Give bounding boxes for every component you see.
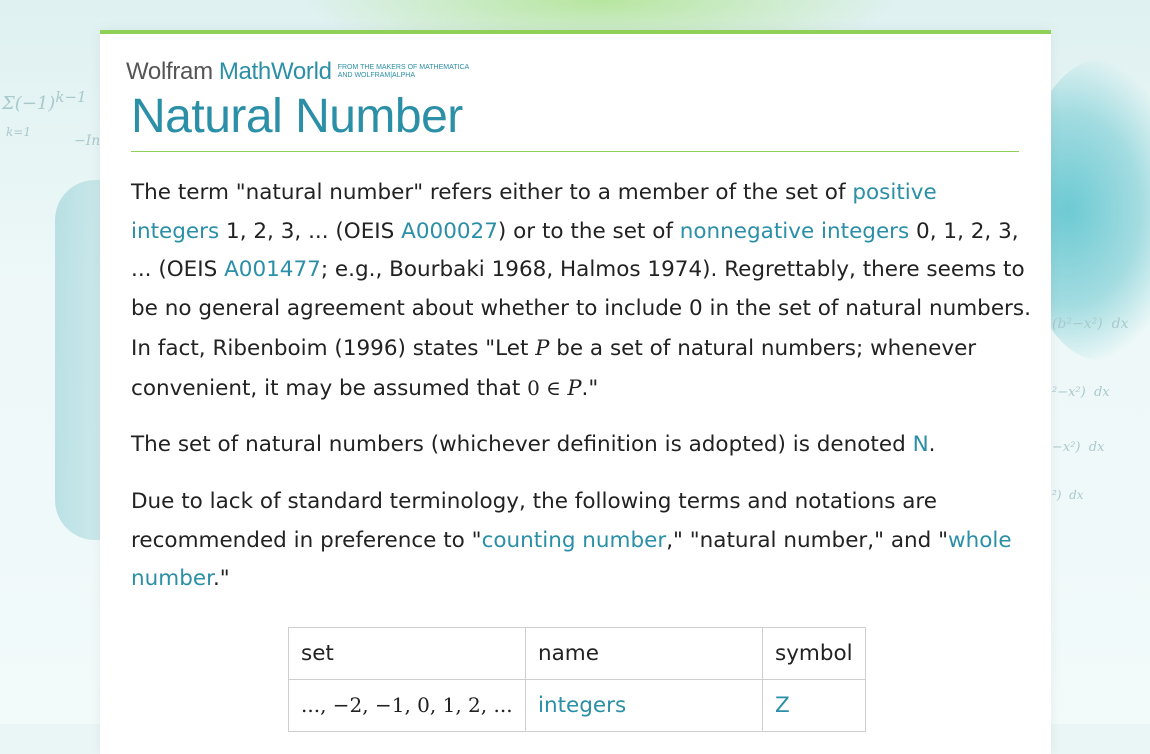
paragraph-notation: The set of natural numbers (whichever de… (131, 426, 1031, 465)
logo-mathworld[interactable]: MathWorld (219, 58, 332, 86)
column-header-set: set (288, 627, 526, 680)
set-notation: ..., −2, −1, 0, 1, 2, ... (301, 693, 513, 717)
link-n[interactable]: N (913, 432, 929, 457)
background-formula-log: −In (74, 133, 101, 149)
column-header-symbol: symbol (762, 627, 866, 680)
paragraph-terminology: Due to lack of standard terminology, the… (131, 483, 1031, 599)
link-integers[interactable]: integers (538, 693, 626, 718)
background-formula-integral-3: −x²) dx (1052, 440, 1105, 455)
math-element-of: ∈ (539, 375, 568, 400)
text: ." (212, 566, 230, 592)
link-symbol-z[interactable]: Z (775, 693, 790, 718)
math-zero: 0 (527, 375, 540, 400)
article-card: Wolfram MathWorld FROM THE MAKERS OF MAT… (100, 30, 1051, 754)
background-formula-index: k=1 (6, 125, 31, 139)
link-counting-number[interactable]: counting number (482, 528, 667, 553)
paragraph-definition: The term "natural number" refers either … (131, 174, 1031, 408)
text: 1, 2, 3, ... (OEIS (219, 218, 402, 244)
article-body: The term "natural number" refers either … (131, 174, 1031, 617)
background-formula-integral-2: ²−x²) dx (1052, 385, 1110, 400)
column-header-name: name (525, 627, 763, 680)
logo-tagline: FROM THE MAKERS OF MATHEMATICA AND WOLFR… (338, 64, 469, 80)
page-title: Natural Number (131, 90, 463, 143)
logo-tagline-line1: FROM THE MAKERS OF MATHEMATICA (337, 64, 470, 71)
link-oeis-a000027[interactable]: A000027 (401, 219, 498, 244)
logo-wolfram[interactable]: Wolfram (126, 58, 213, 86)
math-variable-p: P (535, 335, 550, 360)
terminology-table: set name symbol ..., −2, −1, 0, 1, 2, ..… (288, 627, 866, 732)
table-header-row: set name symbol (288, 627, 866, 680)
text: The set of natural numbers (whichever de… (131, 432, 913, 458)
text: ," "natural number," and " (666, 527, 948, 553)
background-formula-integral-1: (b²−x²) dx (1052, 316, 1129, 332)
math-variable-p: P (567, 375, 582, 400)
title-divider (131, 151, 1019, 152)
link-nonnegative-integers[interactable]: nonnegative integers (680, 219, 909, 244)
background-formula-integral-4: ²) dx (1052, 488, 1084, 502)
background-formula-sum: Σ(−1)k−1 (2, 88, 87, 114)
text: ) or to the set of (497, 218, 680, 244)
text: . (928, 432, 936, 458)
logo-tagline-line2: AND WOLFRAM|ALPHA (337, 72, 415, 79)
text: ." (581, 375, 599, 401)
site-header: Wolfram MathWorld FROM THE MAKERS OF MAT… (126, 58, 469, 86)
text: The term "natural number" refers either … (131, 180, 853, 205)
link-oeis-a001477[interactable]: A001477 (224, 257, 321, 282)
